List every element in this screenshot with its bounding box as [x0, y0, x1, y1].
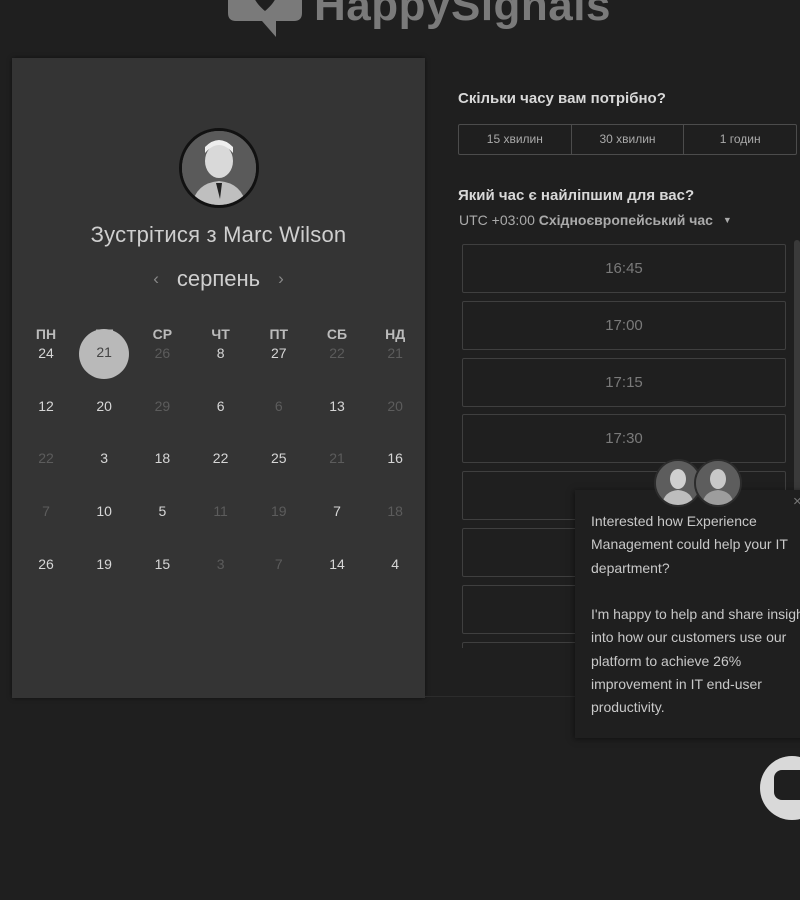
weekday-label: ПТ	[269, 326, 289, 342]
time-slot[interactable]: 17:15	[462, 357, 786, 407]
calendar-day[interactable]: 15	[137, 554, 187, 594]
calendar-day[interactable]: 25	[254, 448, 304, 488]
duration-selector: 15 хвилин 30 хвилин 1 годин	[458, 124, 797, 155]
calendar-day: 21	[387, 345, 403, 361]
weekday-label: НД	[385, 326, 406, 342]
chat-agent-avatars	[654, 459, 744, 507]
duration-question: Скільки часу вам потрібно?	[458, 90, 666, 107]
logo-speech-bubble-icon	[228, 0, 302, 39]
calendar-day: 22	[38, 450, 54, 467]
weekday-label: ПН	[35, 326, 57, 342]
close-icon[interactable]: ×	[793, 493, 800, 510]
calendar-day: 21	[329, 450, 345, 467]
calendar-day[interactable]: 14	[312, 554, 362, 594]
duration-option-60[interactable]: 1 годин	[684, 125, 796, 154]
calendar-day[interactable]: 26	[21, 554, 71, 594]
calendar-day: 11	[213, 503, 228, 520]
host-avatar	[179, 128, 259, 208]
time-slot[interactable]: 17:00	[462, 300, 786, 350]
calendar-day-selected[interactable]: 21	[79, 329, 130, 379]
calendar-day: 22	[329, 345, 345, 361]
calendar-day[interactable]: 3	[79, 448, 129, 488]
time-slot[interactable]: 16:45	[462, 244, 786, 293]
chevron-right-icon[interactable]: ›	[278, 269, 284, 289]
calendar-day: 29	[154, 397, 171, 414]
timezone-name: Східноєвропейський час	[538, 212, 713, 228]
duration-option-15[interactable]: 15 хвилин	[459, 125, 572, 154]
chat-message-2: I'm happy to help and share insight into…	[591, 606, 800, 716]
calendar-day[interactable]: 22	[196, 448, 246, 488]
calendar-panel: Зустрітися з Marc Wilson ‹ серпень › ПНВ…	[12, 58, 425, 698]
calendar-day: 6	[274, 397, 283, 414]
calendar-day[interactable]: 13	[312, 396, 362, 436]
chat-message-1: Interested how Experience Management cou…	[591, 513, 788, 576]
calendar-day[interactable]: 8	[196, 343, 246, 383]
calendar-day[interactable]: 16	[370, 448, 420, 488]
calendar-day[interactable]: 4	[370, 554, 420, 594]
calendar-day[interactable]: 27	[254, 343, 304, 383]
chat-message: Interested how Experience Management cou…	[591, 510, 800, 720]
calendar-day[interactable]: 24	[21, 343, 71, 383]
calendar-day: 19	[271, 503, 287, 520]
calendar-day: 7	[42, 503, 50, 520]
time-slot[interactable]: 17:30	[462, 414, 786, 464]
calendar-day: 3	[216, 555, 225, 572]
calendar-day[interactable]: 5	[137, 501, 187, 541]
timezone-offset: UTC +03:00	[459, 212, 535, 228]
calendar-day[interactable]: 20	[79, 396, 129, 436]
meeting-title: Зустрітися з Marc Wilson	[90, 222, 347, 247]
timezone-selector[interactable]: UTC +03:00 Східноєвропейський час ▼	[459, 212, 732, 228]
calendar-day[interactable]: 10	[79, 501, 129, 541]
calendar-day[interactable]: 6	[196, 396, 246, 436]
calendar-day[interactable]: 19	[79, 554, 129, 594]
agent-avatar	[694, 459, 742, 507]
caret-down-icon: ▼	[722, 215, 732, 225]
calendar-day[interactable]: 12	[21, 396, 71, 436]
chat-popup[interactable]: Interested how Experience Management cou…	[575, 490, 800, 738]
scheduling-options: Скільки часу вам потрібно? 15 хвилин 30 …	[458, 0, 800, 900]
calendar-day: 20	[387, 397, 403, 414]
time-question: Який час є найліпшим для вас?	[458, 187, 695, 204]
calendar-day[interactable]: 7	[312, 501, 362, 541]
calendar-day: 7	[274, 555, 283, 572]
weekday-label: ЧТ	[211, 326, 230, 342]
month-navigation: ‹ серпень ›	[12, 266, 425, 292]
calendar-day: 26	[154, 345, 171, 361]
chevron-left-icon[interactable]: ‹	[153, 269, 159, 289]
month-label: серпень	[176, 266, 261, 291]
chat-bubble-icon	[774, 770, 800, 800]
weekday-label: СР	[152, 326, 173, 342]
calendar-day: 18	[387, 503, 403, 520]
calendar-day[interactable]: 18	[137, 448, 187, 488]
weekday-label: СБ	[326, 326, 348, 342]
duration-option-30[interactable]: 30 хвилин	[572, 125, 685, 154]
